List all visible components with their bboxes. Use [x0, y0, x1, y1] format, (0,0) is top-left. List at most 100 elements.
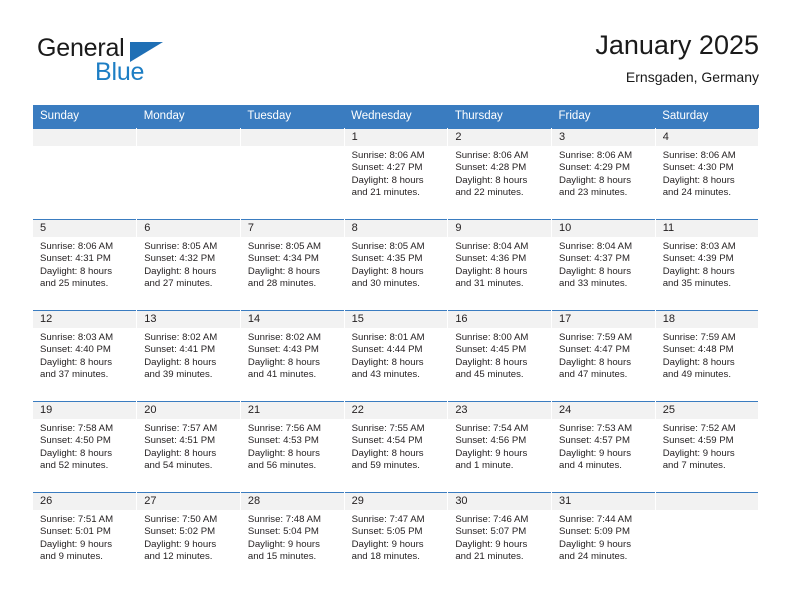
calendar-day-cell[interactable]: 26 Sunrise: 7:51 AM Sunset: 5:01 PM Dayligh… — [33, 492, 138, 583]
sunrise-text: Sunrise: 7:56 AM — [247, 423, 321, 434]
day-number — [655, 493, 759, 510]
sunset-text: Sunset: 4:50 PM — [40, 435, 111, 447]
calendar-day-cell[interactable]: 11 Sunrise: 8:03 AM Sunset: 4:39 PM Dayligh… — [655, 219, 760, 311]
calendar-day-cell[interactable]: 27 Sunrise: 7:50 AM Sunset: 5:02 PM Dayligh… — [136, 492, 241, 583]
day-number: 19 — [33, 402, 137, 419]
sunrise-text: Sunrise: 8:05 AM — [247, 241, 321, 252]
sunrise-text: Sunrise: 7:48 AM — [247, 514, 321, 525]
daylight-text-line2: and 21 minutes. — [455, 551, 524, 563]
calendar-day-cell[interactable]: 13 Sunrise: 8:02 AM Sunset: 4:41 PM Dayligh… — [136, 310, 241, 402]
calendar-day-cell[interactable]: 9 Sunrise: 8:04 AM Sunset: 4:36 PM Daylight… — [447, 219, 553, 311]
calendar-day-cell[interactable]: 28 Sunrise: 7:48 AM Sunset: 5:04 PM Dayligh… — [240, 492, 345, 583]
sunset-text: Sunset: 4:56 PM — [455, 435, 527, 447]
sunset-text: Sunset: 5:07 PM — [455, 526, 527, 538]
daylight-text-line1: Daylight: 8 hours — [40, 447, 112, 459]
calendar-day-cell[interactable]: 18 Sunrise: 7:59 AM Sunset: 4:48 PM Dayligh… — [655, 310, 760, 402]
daylight-text-line1: Daylight: 8 hours — [247, 356, 320, 368]
calendar-day-cell[interactable]: 30 Sunrise: 7:46 AM Sunset: 5:07 PM Dayligh… — [447, 492, 553, 583]
calendar-day-cell[interactable]: 1 Sunrise: 8:06 AM Sunset: 4:27 PM Daylight… — [344, 128, 449, 220]
daylight-text-line1: Daylight: 9 hours — [662, 447, 735, 459]
calendar-day-cell[interactable]: 22 Sunrise: 7:55 AM Sunset: 4:54 PM Dayligh… — [344, 401, 449, 493]
weekday-header-monday: Monday — [136, 105, 241, 129]
sunrise-text: Sunrise: 8:04 AM — [559, 241, 633, 252]
sunrise-text: Sunrise: 8:03 AM — [40, 332, 114, 343]
sunset-text: Sunset: 4:59 PM — [662, 435, 734, 447]
sunset-text: Sunset: 4:48 PM — [662, 344, 734, 356]
day-number: 31 — [552, 493, 655, 510]
sunset-text: Sunset: 4:43 PM — [247, 344, 319, 356]
daylight-text-line1: Daylight: 9 hours — [247, 538, 320, 550]
calendar-day-cell[interactable]: 2 Sunrise: 8:06 AM Sunset: 4:28 PM Daylight… — [447, 128, 553, 220]
title-block: January 2025 Ernsgaden, Germany — [595, 28, 759, 87]
calendar-day-cell[interactable]: 4 Sunrise: 8:06 AM Sunset: 4:30 PM Daylight… — [655, 128, 760, 220]
day-number: 1 — [344, 129, 448, 146]
day-details: Sunrise: 8:05 AM Sunset: 4:32 PM Daylight:… — [137, 237, 240, 291]
day-number — [137, 129, 240, 146]
calendar-day-cell[interactable]: 5 Sunrise: 8:06 AM Sunset: 4:31 PM Daylight… — [33, 219, 138, 311]
calendar-day-cell[interactable]: 14 Sunrise: 8:02 AM Sunset: 4:43 PM Dayligh… — [240, 310, 345, 402]
calendar-day-cell[interactable]: 29 Sunrise: 7:47 AM Sunset: 5:05 PM Dayligh… — [344, 492, 449, 583]
day-details: Sunrise: 8:05 AM Sunset: 4:35 PM Daylight:… — [345, 237, 448, 291]
day-details: Sunrise: 8:06 AM Sunset: 4:29 PM Daylight:… — [552, 146, 655, 200]
calendar-day-cell[interactable]: 16 Sunrise: 8:00 AM Sunset: 4:45 PM Dayligh… — [447, 310, 553, 402]
day-number: 18 — [655, 311, 759, 328]
daylight-text-line1: Daylight: 9 hours — [559, 447, 632, 459]
daylight-text-line1: Daylight: 9 hours — [351, 538, 424, 550]
sunrise-text: Sunrise: 7:44 AM — [559, 514, 633, 525]
day-details: Sunrise: 8:06 AM Sunset: 4:31 PM Daylight:… — [33, 237, 136, 291]
daylight-text-line2: and 18 minutes. — [351, 551, 420, 563]
daylight-text-line1: Daylight: 8 hours — [455, 174, 528, 186]
calendar-day-cell[interactable]: 6 Sunrise: 8:05 AM Sunset: 4:32 PM Daylight… — [136, 219, 241, 311]
sunset-text: Sunset: 5:01 PM — [40, 526, 111, 538]
day-details: Sunrise: 8:02 AM Sunset: 4:41 PM Daylight:… — [137, 328, 240, 382]
daylight-text-line2: and 45 minutes. — [455, 369, 524, 381]
daylight-text-line2: and 15 minutes. — [247, 551, 317, 563]
day-details: Sunrise: 8:06 AM Sunset: 4:28 PM Daylight:… — [448, 146, 551, 200]
daylight-text-line2: and 27 minutes. — [144, 278, 213, 290]
day-number: 25 — [655, 402, 759, 419]
calendar-day-cell[interactable]: 19 Sunrise: 7:58 AM Sunset: 4:50 PM Dayligh… — [33, 401, 138, 493]
sunrise-text: Sunrise: 8:02 AM — [144, 332, 218, 343]
day-number — [33, 129, 137, 146]
calendar-day-cell[interactable]: 8 Sunrise: 8:05 AM Sunset: 4:35 PM Daylight… — [344, 219, 449, 311]
calendar-day-cell[interactable]: 24 Sunrise: 7:53 AM Sunset: 4:57 PM Dayligh… — [551, 401, 656, 493]
calendar-day-cell[interactable]: 3 Sunrise: 8:06 AM Sunset: 4:29 PM Daylight… — [551, 128, 656, 220]
page-header: General Blue January 2025 Ernsgaden, Ger… — [33, 28, 759, 96]
day-details: Sunrise: 7:48 AM Sunset: 5:04 PM Daylight:… — [241, 510, 344, 564]
calendar-day-cell[interactable]: 20 Sunrise: 7:57 AM Sunset: 4:51 PM Dayligh… — [136, 401, 241, 493]
day-details: Sunrise: 8:01 AM Sunset: 4:44 PM Daylight:… — [345, 328, 448, 382]
calendar-day-cell[interactable]: 17 Sunrise: 7:59 AM Sunset: 4:47 PM Dayligh… — [551, 310, 656, 402]
calendar-day-cell[interactable]: 23 Sunrise: 7:54 AM Sunset: 4:56 PM Dayligh… — [447, 401, 553, 493]
sunset-text: Sunset: 5:09 PM — [559, 526, 630, 538]
day-number — [240, 129, 344, 146]
calendar-day-cell[interactable]: 15 Sunrise: 8:01 AM Sunset: 4:44 PM Dayligh… — [344, 310, 449, 402]
calendar-day-cell[interactable]: 10 Sunrise: 8:04 AM Sunset: 4:37 PM Dayligh… — [551, 219, 656, 311]
calendar-day-cell[interactable]: 21 Sunrise: 7:56 AM Sunset: 4:53 PM Dayligh… — [240, 401, 345, 493]
day-details: Sunrise: 7:47 AM Sunset: 5:05 PM Daylight:… — [345, 510, 448, 564]
day-details: Sunrise: 7:52 AM Sunset: 4:59 PM Daylight:… — [656, 419, 759, 473]
weekday-header-saturday: Saturday — [655, 105, 759, 129]
weekday-header-friday: Friday — [551, 105, 656, 129]
calendar-empty-cell — [655, 492, 760, 583]
sunset-text: Sunset: 4:51 PM — [144, 435, 216, 447]
daylight-text-line1: Daylight: 8 hours — [559, 265, 632, 277]
calendar-day-cell[interactable]: 25 Sunrise: 7:52 AM Sunset: 4:59 PM Dayligh… — [655, 401, 760, 493]
daylight-text-line2: and 28 minutes. — [247, 278, 317, 290]
day-number: 22 — [344, 402, 448, 419]
calendar-day-cell[interactable]: 7 Sunrise: 8:05 AM Sunset: 4:34 PM Daylight… — [240, 219, 345, 311]
daylight-text-line1: Daylight: 8 hours — [351, 265, 424, 277]
general-blue-logo[interactable]: General Blue — [33, 34, 263, 90]
daylight-text-line2: and 24 minutes. — [559, 551, 628, 563]
sunset-text: Sunset: 5:02 PM — [144, 526, 216, 538]
sunset-text: Sunset: 5:04 PM — [247, 526, 319, 538]
sunset-text: Sunset: 4:45 PM — [455, 344, 527, 356]
sunset-text: Sunset: 4:41 PM — [144, 344, 216, 356]
sunrise-text: Sunrise: 7:53 AM — [559, 423, 633, 434]
sunrise-text: Sunrise: 7:46 AM — [455, 514, 529, 525]
weekday-header-sunday: Sunday — [33, 105, 137, 129]
daylight-text-line1: Daylight: 8 hours — [351, 447, 424, 459]
day-number: 15 — [344, 311, 448, 328]
calendar-day-cell[interactable]: 12 Sunrise: 8:03 AM Sunset: 4:40 PM Dayligh… — [33, 310, 138, 402]
day-number: 27 — [137, 493, 240, 510]
calendar-day-cell[interactable]: 31 Sunrise: 7:44 AM Sunset: 5:09 PM Dayligh… — [551, 492, 656, 583]
